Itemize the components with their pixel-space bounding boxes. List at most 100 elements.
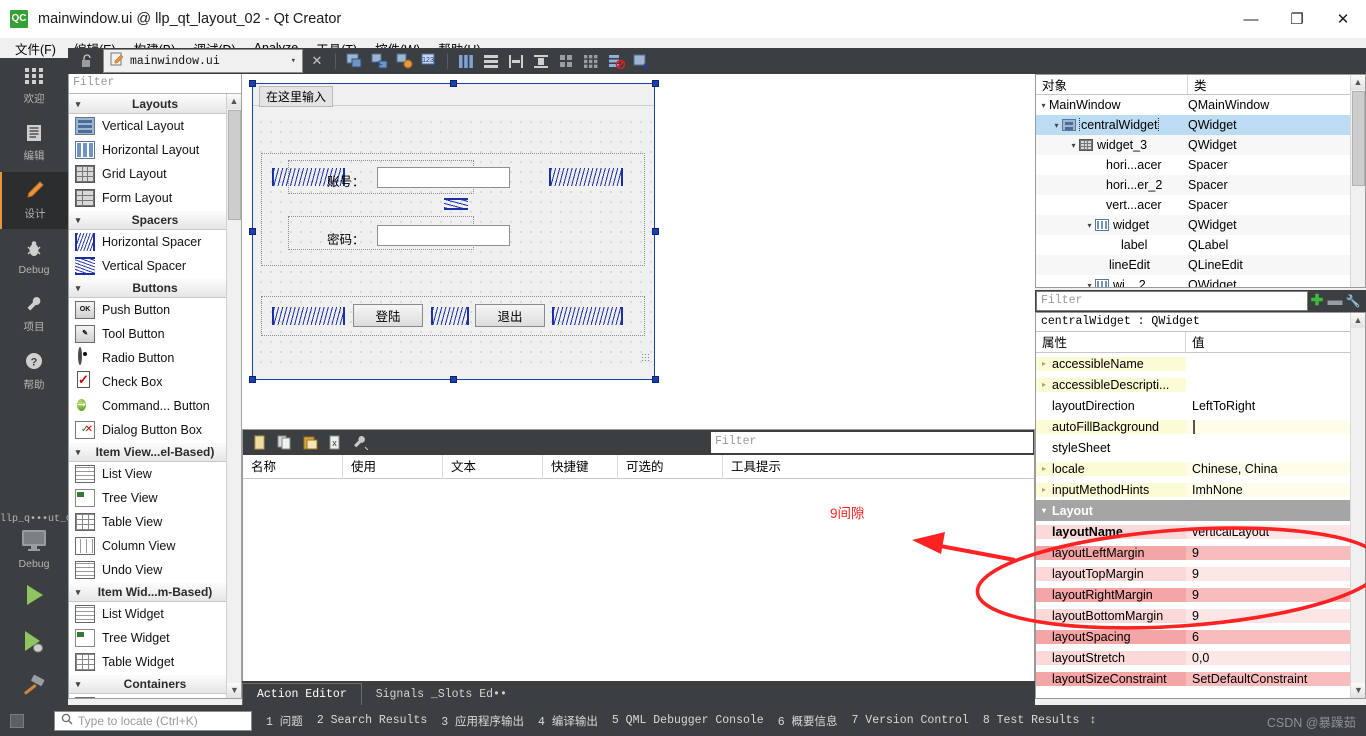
minimize-button[interactable]: — (1228, 0, 1274, 38)
statusbar-item-issues[interactable]: 1 问题 (266, 713, 303, 729)
form-central-widget[interactable]: 账号： 密码： 登陆 退出 (253, 114, 654, 365)
widget-item-dialog-button-box[interactable]: ✓ Dialog Button Box (69, 418, 241, 442)
horizontal-spacer-buttons-3[interactable] (552, 307, 623, 325)
property-row-stylesheet[interactable]: styleSheet (1036, 437, 1365, 458)
property-editor[interactable]: centralWidget : QWidget 属性 值 ▸ accessible… (1035, 312, 1366, 699)
object-row-widget-2[interactable]: ▾ wi... 2 QWidget (1036, 275, 1365, 287)
mode-design[interactable]: 设计 (0, 172, 68, 229)
form-button-exit[interactable]: 退出 (475, 304, 545, 327)
property-value[interactable]: 0,0 (1186, 650, 1365, 665)
form-lineedit-password[interactable] (377, 225, 510, 246)
chevron-down-icon[interactable]: ▾ (1051, 121, 1062, 130)
widget-item-table-widget[interactable]: Table Widget (69, 650, 241, 674)
property-row-locale[interactable]: ▸ locale Chinese, China (1036, 458, 1365, 479)
action-editor[interactable]: x Filter 名称 使用 文本 快捷键 可选的 工具提示 (242, 429, 1035, 699)
widget-item-tree-widget[interactable]: Tree Widget (69, 626, 241, 650)
mode-welcome[interactable]: 欢迎 (0, 58, 68, 115)
property-value[interactable]: SetDefaultConstraint (1186, 671, 1365, 686)
resize-handle-ml[interactable] (249, 228, 256, 235)
statusbar-item-compile[interactable]: 4 编译输出 (538, 713, 598, 729)
property-value[interactable]: 9 (1186, 587, 1365, 602)
edit-signals-slots-icon[interactable] (368, 51, 390, 71)
tab-signals-slots-editor[interactable]: Signals _Slots Ed•• (362, 683, 521, 705)
resize-handle-tc[interactable] (450, 80, 457, 87)
widget-item-push-button[interactable]: OK Push Button (69, 298, 241, 322)
action-col-text[interactable]: 文本 (443, 454, 543, 479)
chevron-down-icon[interactable]: ▾ (1036, 506, 1052, 515)
sidebar-toggle-button[interactable] (10, 713, 24, 728)
copy-action-icon[interactable] (274, 433, 296, 453)
paste-action-icon[interactable] (299, 433, 321, 453)
property-value[interactable]: verticalLayout (1186, 524, 1365, 539)
action-col-used[interactable]: 使用 (343, 454, 443, 479)
maximize-button[interactable]: ❐ (1274, 0, 1320, 38)
widget-item-tool-button[interactable]: ✎ Tool Button (69, 322, 241, 346)
property-value[interactable]: LeftToRight (1186, 398, 1365, 413)
property-col-name[interactable]: 属性 (1036, 332, 1186, 352)
scrollbar-thumb[interactable] (228, 110, 241, 220)
property-row-accessiblename[interactable]: ▸ accessibleName (1036, 353, 1365, 374)
statusbar-item-qml-debugger[interactable]: 5 QML Debugger Console (612, 714, 764, 727)
property-row-accessibledescription[interactable]: ▸ accessibleDescripti... (1036, 374, 1365, 395)
chevron-right-icon[interactable]: ▸ (1036, 485, 1052, 494)
widget-item-list-widget[interactable]: List Widget (69, 602, 241, 626)
kit-selector[interactable]: Debug (0, 525, 68, 573)
form-menu-bar[interactable]: 在这里输入 (253, 84, 654, 107)
horizontal-spacer-buttons-2[interactable] (431, 307, 469, 325)
widget-item-tree-view[interactable]: Tree View (69, 486, 241, 510)
widget-box-filter-input[interactable]: Filter (69, 74, 241, 94)
action-editor-filter-input[interactable]: Filter (711, 432, 1033, 453)
widget-item-form-layout[interactable]: Form Layout (69, 186, 241, 210)
property-value[interactable]: Chinese, China (1186, 461, 1365, 476)
mode-help[interactable]: ? 帮助 (0, 343, 68, 400)
property-row-inputmethodhints[interactable]: ▸ inputMethodHints ImhNone (1036, 479, 1365, 500)
lock-open-icon[interactable] (76, 51, 98, 71)
locator-input[interactable]: Type to locate (Ctrl+K) (54, 710, 252, 731)
form-button-login[interactable]: 登陆 (353, 304, 423, 327)
object-row-widget[interactable]: ▾ widget QWidget (1036, 215, 1365, 235)
widget-group-spacers[interactable]: ▾ Spacers (69, 210, 241, 230)
debug-run-button[interactable] (0, 619, 68, 665)
object-inspector[interactable]: 对象 类 ▾ MainWindow QMainWindow ▾ centralW… (1035, 74, 1366, 288)
layout-horizontally-icon[interactable] (455, 51, 477, 71)
widget-group-layouts[interactable]: ▾ Layouts (69, 94, 241, 114)
property-value[interactable]: ImhNone (1186, 482, 1365, 497)
widget-group-buttons[interactable]: ▾ Buttons (69, 278, 241, 298)
minus-icon[interactable]: ▬ (1326, 291, 1344, 311)
property-row-layoutstretch[interactable]: layoutStretch 0,0 (1036, 647, 1365, 668)
object-row-widget-3[interactable]: ▾ widget_3 QWidget (1036, 135, 1365, 155)
chevron-right-icon[interactable]: ▸ (1036, 359, 1052, 368)
widget-item-vertical-layout[interactable]: Vertical Layout (69, 114, 241, 138)
statusbar-item-app-output[interactable]: 3 应用程序输出 (441, 713, 524, 729)
widget-item-horizontal-layout[interactable]: Horizontal Layout (69, 138, 241, 162)
object-row-centralwidget[interactable]: ▾ centralWidget QWidget (1036, 115, 1365, 135)
layout-vertically-icon[interactable] (480, 51, 502, 71)
resize-handle-tr[interactable] (652, 80, 659, 87)
form-canvas[interactable]: 在这里输入 账号： 密码： 登陆 退出 (242, 74, 1035, 429)
property-row-layoutdirection[interactable]: layoutDirection LeftToRight (1036, 395, 1365, 416)
resize-handle-bc[interactable] (450, 376, 457, 383)
form-main-window[interactable]: 在这里输入 账号： 密码： 登陆 退出 (252, 83, 655, 380)
property-value[interactable]: 9 (1186, 545, 1365, 560)
widget-group-item-views[interactable]: ▾ Item View...el-Based) (69, 442, 241, 462)
scrollbar-thumb[interactable] (1352, 91, 1365, 186)
close-button[interactable]: ✕ (1320, 0, 1366, 38)
vertical-spacer-middle[interactable] (444, 198, 468, 210)
property-row-layoutrightmargin[interactable]: layoutRightMargin 9 (1036, 584, 1365, 605)
action-col-checkable[interactable]: 可选的 (618, 454, 723, 479)
property-editor-scrollbar[interactable]: ▲ ▼ (1350, 313, 1365, 698)
object-col-class[interactable]: 类 (1188, 75, 1365, 94)
object-row-lineedit[interactable]: lineEdit QLineEdit (1036, 255, 1365, 275)
break-layout-icon[interactable] (605, 51, 627, 71)
widget-item-grid-layout[interactable]: Grid Layout (69, 162, 241, 186)
statusbar-item-test-results[interactable]: 8 Test Results (983, 714, 1080, 727)
form-size-grip[interactable] (641, 353, 651, 363)
property-row-layoutsizeconstraint[interactable]: layoutSizeConstraint SetDefaultConstrain… (1036, 668, 1365, 689)
resize-handle-br[interactable] (652, 376, 659, 383)
widget-group-containers[interactable]: ▾ Containers (69, 674, 241, 694)
delete-action-icon[interactable]: x (324, 433, 346, 453)
property-row-layouttopmargin[interactable]: layoutTopMargin 9 (1036, 563, 1365, 584)
run-button[interactable] (0, 573, 68, 619)
updown-icon[interactable]: ↕ (1089, 714, 1096, 727)
widget-group-item-widgets[interactable]: ▾ Item Wid...m-Based) (69, 582, 241, 602)
